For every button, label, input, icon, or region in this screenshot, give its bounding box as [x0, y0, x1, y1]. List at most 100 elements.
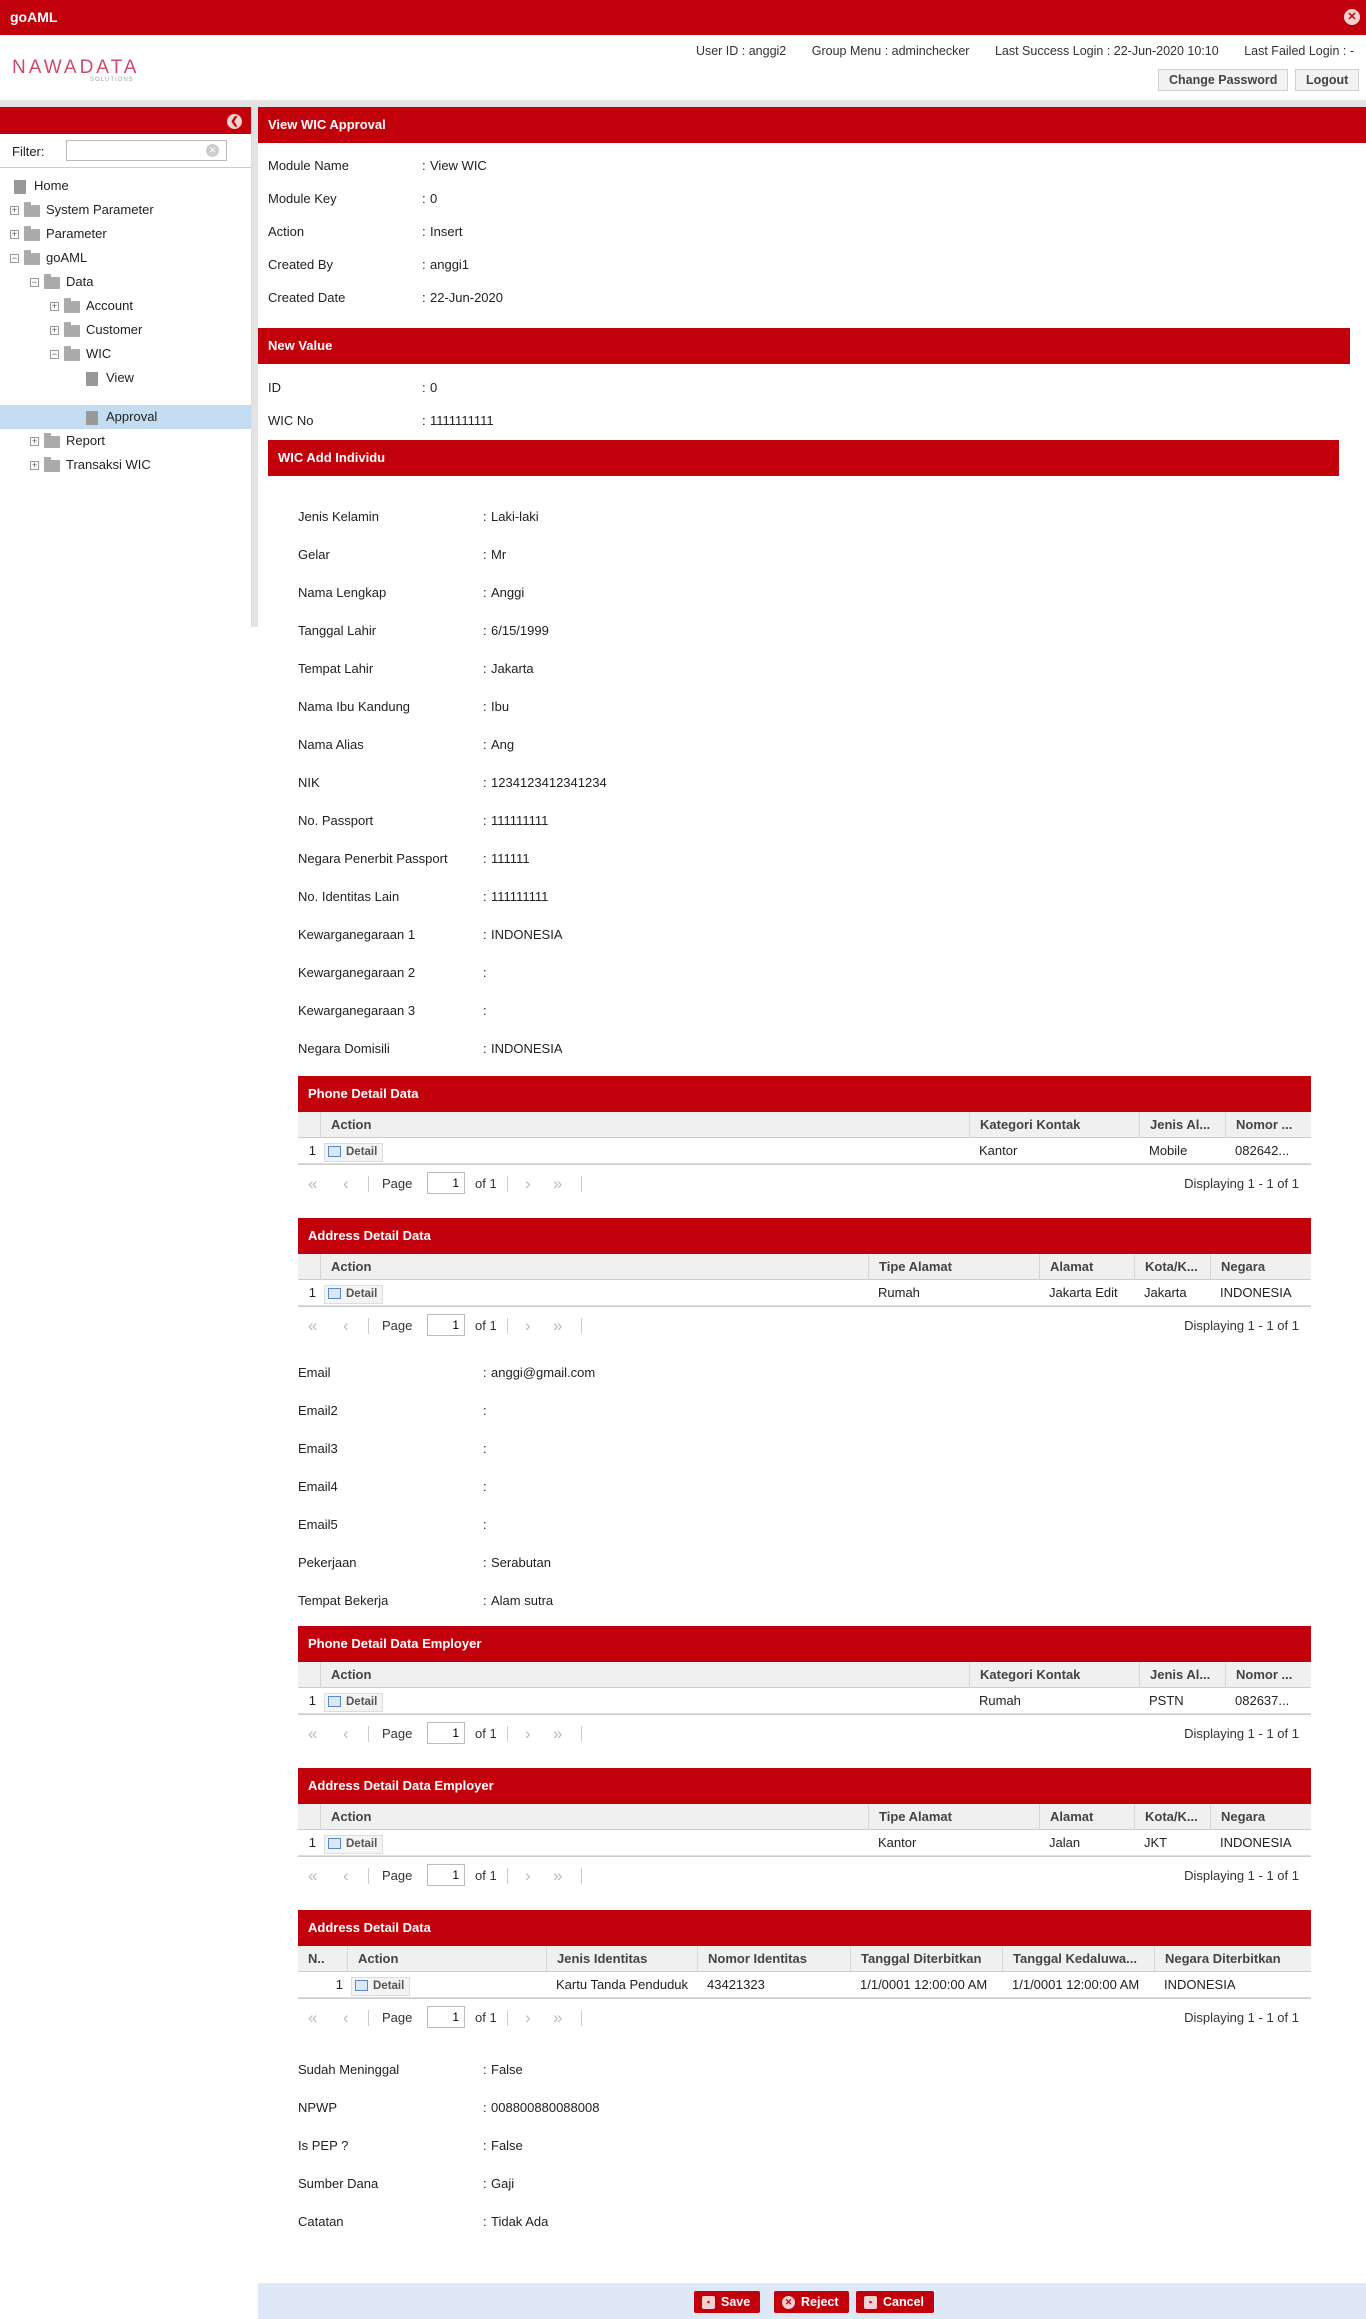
column-header[interactable]: Tipe Alamat [868, 1804, 1039, 1830]
next-page-icon[interactable]: › [525, 2008, 531, 2028]
column-header[interactable]: Kota/K... [1134, 1254, 1210, 1280]
table-row[interactable]: 1 Detail Kantor Mobile 082642... [298, 1138, 1311, 1164]
tree-item-transaksi-wic[interactable]: + Transaksi WIC [30, 453, 151, 477]
detail-button[interactable]: Detail [351, 1977, 411, 1996]
column-header[interactable]: Negara [1210, 1254, 1311, 1280]
column-header[interactable]: Tanggal Kedaluwa... [1002, 1946, 1154, 1972]
logout-button[interactable]: Logout [1295, 69, 1360, 91]
column-header[interactable]: Nomor Identitas [697, 1946, 850, 1972]
page-number-input[interactable] [427, 2006, 465, 2028]
expand-icon[interactable]: + [10, 230, 19, 240]
column-header[interactable] [298, 1662, 320, 1688]
prev-page-icon[interactable]: ‹ [343, 1724, 349, 1744]
prev-page-icon[interactable]: ‹ [343, 1316, 349, 1336]
change-password-button[interactable]: Change Password [1158, 69, 1289, 91]
detail-button[interactable]: Detail [324, 1835, 384, 1854]
column-header[interactable]: N.. [298, 1946, 347, 1972]
tree-item-customer[interactable]: + Customer [50, 318, 142, 342]
column-header[interactable]: Tanggal Diterbitkan [850, 1946, 1002, 1972]
expand-icon[interactable]: + [50, 302, 59, 312]
next-page-icon[interactable]: › [525, 1174, 531, 1194]
tree-item-goaml[interactable]: − goAML [10, 246, 87, 270]
column-header[interactable]: Kategori Kontak [969, 1112, 1139, 1138]
page-number-input[interactable] [427, 1172, 465, 1194]
prev-page-icon[interactable]: ‹ [343, 1174, 349, 1194]
table-row[interactable]: 1 Detail Rumah PSTN 082637... [298, 1688, 1311, 1714]
column-header[interactable]: Negara [1210, 1804, 1311, 1830]
next-page-icon[interactable]: › [525, 1724, 531, 1744]
detail-button[interactable]: Detail [324, 1143, 384, 1162]
collapse-icon[interactable]: − [10, 254, 19, 264]
tree-item-data[interactable]: − Data [30, 270, 93, 294]
tree-item-wic[interactable]: − WIC [50, 342, 111, 366]
collapse-panel-icon[interactable]: ❮ [227, 114, 242, 129]
page-number-input[interactable] [427, 1722, 465, 1744]
column-header[interactable]: Nomor ... [1225, 1662, 1311, 1688]
tree-item-home[interactable]: Home [14, 174, 69, 198]
close-icon[interactable]: ✕ [1344, 9, 1360, 25]
expand-icon[interactable]: + [50, 326, 59, 336]
first-page-icon[interactable]: « [308, 1724, 317, 1744]
column-header[interactable] [298, 1254, 320, 1280]
column-header[interactable]: Tipe Alamat [868, 1254, 1039, 1280]
save-button[interactable]: ▪ Save [694, 2291, 761, 2313]
last-page-icon[interactable]: » [553, 1316, 562, 1336]
column-header[interactable]: Action [320, 1804, 868, 1830]
column-header[interactable]: Nomor ... [1225, 1112, 1311, 1138]
column-header[interactable]: Action [320, 1254, 868, 1280]
table-row[interactable]: 1 Detail Kantor Jalan JKT INDONESIA [298, 1830, 1311, 1856]
prev-page-icon[interactable]: ‹ [343, 2008, 349, 2028]
collapse-icon[interactable]: − [30, 278, 39, 288]
table-row[interactable]: 1 Detail Rumah Jakarta Edit Jakarta INDONESIA [298, 1280, 1311, 1306]
detail-button[interactable]: Detail [324, 1693, 384, 1712]
expand-icon[interactable]: + [30, 437, 39, 447]
column-header[interactable]: Action [320, 1662, 969, 1688]
expand-icon[interactable]: + [10, 206, 19, 216]
reject-button[interactable]: ✕ Reject [774, 2291, 849, 2313]
column-header[interactable]: Jenis Al... [1139, 1662, 1225, 1688]
cancel-button[interactable]: ▪ Cancel [856, 2291, 934, 2313]
header-splitter[interactable] [0, 100, 1366, 107]
tree-item-approval[interactable]: Approval [86, 405, 157, 429]
column-header[interactable]: Negara Diterbitkan [1154, 1946, 1311, 1972]
field-label: Created By [268, 257, 334, 272]
tree-item-parameter[interactable]: + Parameter [10, 222, 107, 246]
collapse-icon[interactable]: − [50, 350, 59, 360]
prev-page-icon[interactable]: ‹ [343, 1866, 349, 1886]
column-header[interactable]: Kota/K... [1134, 1804, 1210, 1830]
clear-filter-icon[interactable]: ✕ [206, 144, 219, 157]
last-page-icon[interactable]: » [553, 1724, 562, 1744]
table-row[interactable]: 1 Detail Kartu Tanda Penduduk 43421323 1/1/0… [298, 1972, 1311, 1998]
column-header[interactable]: Kategori Kontak [969, 1662, 1139, 1688]
tree-item-report[interactable]: + Report [30, 429, 105, 453]
last-page-icon[interactable]: » [553, 1174, 562, 1194]
column-header[interactable]: Action [320, 1112, 969, 1138]
last-page-icon[interactable]: » [553, 1866, 562, 1886]
column-header[interactable] [298, 1804, 320, 1830]
first-page-icon[interactable]: « [308, 1174, 317, 1194]
first-page-icon[interactable]: « [308, 1866, 317, 1886]
column-header[interactable]: Jenis Identitas [546, 1946, 697, 1972]
column-header[interactable]: Alamat [1039, 1254, 1134, 1280]
column-header[interactable]: Alamat [1039, 1804, 1134, 1830]
field-label: Jenis Kelamin [298, 509, 379, 524]
detail-button[interactable]: Detail [324, 1285, 384, 1304]
tree-item-system-parameter[interactable]: + System Parameter [10, 198, 154, 222]
column-header[interactable]: Jenis Al... [1139, 1112, 1225, 1138]
detail-grid: Phone Detail Data Employer Action Kategori… [298, 1626, 1311, 1752]
column-header[interactable]: Action [347, 1946, 546, 1972]
tree-item-account[interactable]: + Account [50, 294, 133, 318]
filter-input[interactable] [66, 140, 227, 161]
last-page-icon[interactable]: » [553, 2008, 562, 2028]
pager-separator [368, 1726, 369, 1742]
panel-splitter[interactable] [252, 107, 258, 627]
first-page-icon[interactable]: « [308, 1316, 317, 1336]
page-number-input[interactable] [427, 1314, 465, 1336]
first-page-icon[interactable]: « [308, 2008, 317, 2028]
tree-item-view[interactable]: View [86, 366, 134, 390]
expand-icon[interactable]: + [30, 461, 39, 471]
next-page-icon[interactable]: › [525, 1316, 531, 1336]
next-page-icon[interactable]: › [525, 1866, 531, 1886]
column-header[interactable] [298, 1112, 320, 1138]
page-number-input[interactable] [427, 1864, 465, 1886]
